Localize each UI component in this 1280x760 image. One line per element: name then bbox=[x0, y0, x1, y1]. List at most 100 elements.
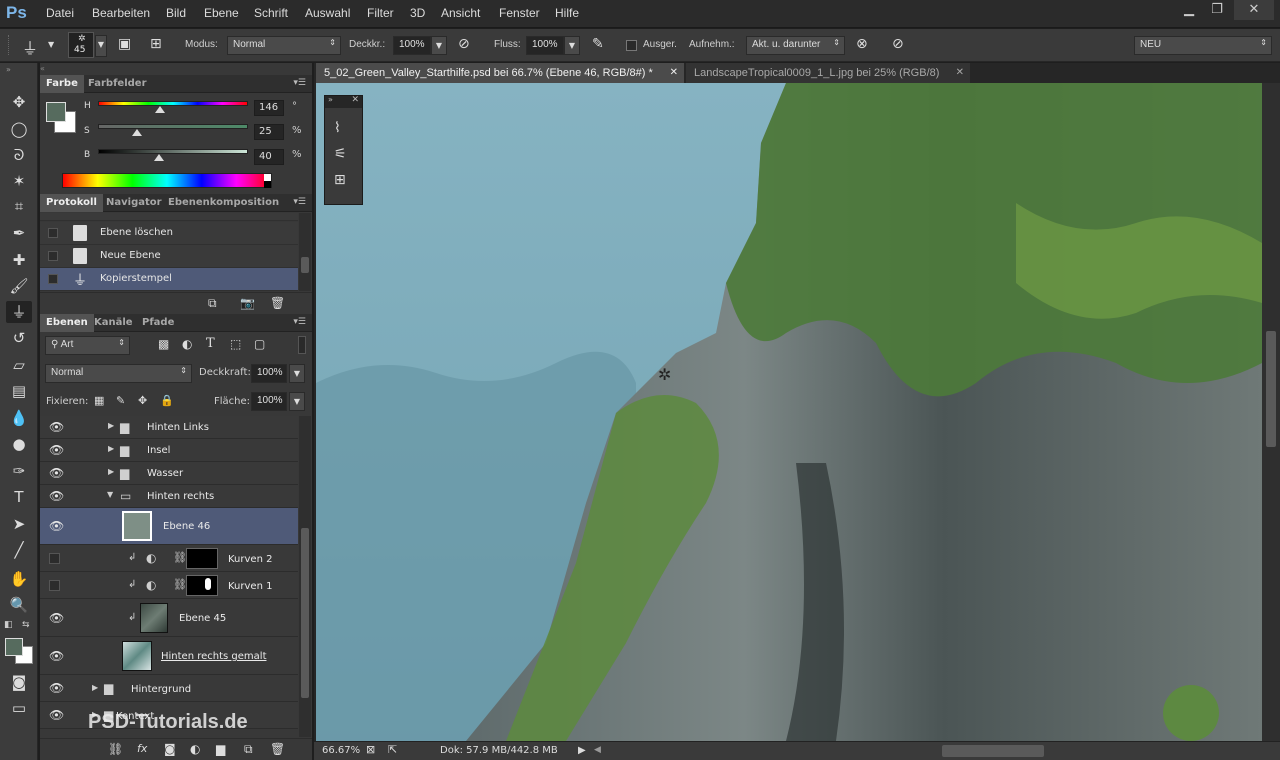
horizontal-scrollbar-thumb[interactable] bbox=[942, 745, 1044, 757]
panel-menu-icon[interactable]: ▾☰ bbox=[293, 197, 306, 207]
layer-row[interactable]: 👁 ▶ ▆ Insel bbox=[40, 439, 298, 462]
tab-farbfelder[interactable]: Farbfelder bbox=[82, 75, 153, 93]
document-tab-active[interactable]: 5_02_Green_Valley_Starthilfe.psd bei 66.… bbox=[316, 63, 684, 83]
layer-opacity-input[interactable]: 100% bbox=[251, 364, 287, 383]
document-tab[interactable]: LandscapeTropical0009_1_L.jpg bei 25% (R… bbox=[686, 63, 970, 83]
white-swatch[interactable] bbox=[264, 174, 271, 181]
menu-fenster[interactable]: Fenster bbox=[499, 6, 540, 20]
share-icon[interactable]: ⇱ bbox=[388, 743, 397, 756]
menu-3d[interactable]: 3D bbox=[410, 6, 425, 20]
menu-bild[interactable]: Bild bbox=[166, 6, 186, 20]
history-brush-tool-icon[interactable]: ↺ bbox=[6, 327, 32, 349]
minimize-button[interactable]: ▁ bbox=[1174, 0, 1204, 20]
history-source-checkbox[interactable] bbox=[48, 228, 58, 238]
crop-tool-icon[interactable]: ⌗ bbox=[6, 195, 32, 217]
camera-icon[interactable]: 📷 bbox=[240, 296, 255, 310]
expand-triangle-icon[interactable]: ▶ bbox=[108, 444, 114, 453]
brush-presets-icon[interactable]: ⌇ bbox=[334, 120, 341, 136]
history-scrollbar[interactable] bbox=[299, 213, 311, 291]
chevron-down-icon[interactable]: ▼ bbox=[48, 40, 54, 49]
status-preview-icon[interactable]: ⊠ bbox=[366, 743, 375, 756]
link-icon[interactable]: ⛓ bbox=[173, 551, 187, 564]
move-tool-icon[interactable]: ✥ bbox=[6, 91, 32, 113]
h-input[interactable]: 146 bbox=[254, 100, 284, 116]
swap-colors-icon[interactable]: ⇆ bbox=[22, 620, 30, 630]
close-icon[interactable]: ✕ bbox=[351, 95, 359, 105]
history-item[interactable]: Ebene löschen bbox=[40, 222, 298, 245]
visibility-eye-icon[interactable]: 👁 bbox=[49, 681, 64, 695]
visibility-off-box[interactable] bbox=[49, 580, 60, 591]
collapse-triangle-icon[interactable]: ▼ bbox=[107, 490, 113, 499]
close-tab-icon[interactable]: ✕ bbox=[670, 63, 678, 83]
vertical-scrollbar-thumb[interactable] bbox=[1266, 331, 1276, 447]
sample-select[interactable]: Akt. u. darunter ⇕ bbox=[746, 36, 845, 55]
tab-ebenen[interactable]: Ebenen bbox=[40, 314, 94, 332]
fill-dropdown[interactable]: ▼ bbox=[289, 392, 305, 411]
b-input[interactable]: 40 bbox=[254, 149, 284, 165]
history-item[interactable]: Neue Ebene bbox=[40, 245, 298, 268]
clone-stamp-tool-icon[interactable]: ⏚ bbox=[6, 301, 32, 323]
menu-hilfe[interactable]: Hilfe bbox=[555, 6, 579, 20]
type-filter-icon[interactable]: T bbox=[206, 336, 215, 351]
collapse-icon[interactable]: « bbox=[40, 64, 45, 73]
layer-style-icon[interactable]: fx bbox=[137, 742, 147, 755]
black-swatch[interactable] bbox=[264, 181, 271, 188]
visibility-eye-icon[interactable]: 👁 bbox=[49, 420, 64, 434]
path-selection-tool-icon[interactable]: ➤ bbox=[6, 513, 32, 535]
eyedropper-tool-icon[interactable]: ✒ bbox=[6, 222, 32, 244]
layer-mask-thumbnail[interactable] bbox=[186, 548, 218, 569]
adjustment-filter-icon[interactable]: ◐ bbox=[182, 337, 192, 351]
menu-auswahl[interactable]: Auswahl bbox=[305, 6, 350, 20]
visibility-eye-icon[interactable]: 👁 bbox=[49, 489, 64, 503]
layer-row-selected[interactable]: 👁 Ebene 46 bbox=[40, 508, 298, 545]
expand-triangle-icon[interactable]: ▶ bbox=[108, 421, 114, 430]
collapse-icon[interactable]: » bbox=[6, 65, 11, 74]
brightness-slider[interactable] bbox=[98, 149, 248, 161]
line-tool-icon[interactable]: ╱ bbox=[6, 539, 32, 561]
visibility-eye-icon[interactable]: 👁 bbox=[49, 708, 64, 722]
saturation-slider-thumb[interactable] bbox=[131, 129, 142, 136]
history-scrollbar-thumb[interactable] bbox=[301, 257, 309, 273]
zoom-tool-icon[interactable]: 🔍 bbox=[6, 594, 32, 616]
scroll-left-icon[interactable]: ◀ bbox=[594, 745, 601, 755]
ignore-adjustment-layers-icon[interactable]: ⊗ bbox=[856, 36, 868, 52]
color-ramp[interactable] bbox=[62, 173, 272, 188]
collapse-icon[interactable]: » bbox=[328, 95, 333, 104]
healing-brush-tool-icon[interactable]: ✚ bbox=[6, 249, 32, 271]
layer-row[interactable]: 👁 ▶ ▆ Wasser bbox=[40, 462, 298, 485]
tab-ebenenkomposition[interactable]: Ebenenkomposition bbox=[162, 194, 285, 212]
pixel-filter-icon[interactable]: ▩ bbox=[158, 337, 169, 351]
brush-tool-icon[interactable]: 🖌 bbox=[6, 275, 32, 297]
toggle-brush-panel-icon[interactable]: ▣ bbox=[118, 36, 131, 52]
hue-slider-thumb[interactable] bbox=[154, 106, 165, 113]
lock-image-icon[interactable]: ✎ bbox=[116, 394, 125, 407]
brush-settings-icon[interactable]: ⚟ bbox=[334, 146, 347, 162]
layer-row[interactable]: 👁 ▶ ▆ Hinten Links bbox=[40, 416, 298, 439]
new-document-from-state-icon[interactable]: ⧉ bbox=[208, 296, 217, 311]
blend-mode-select[interactable]: Normal ⇕ bbox=[45, 364, 192, 383]
visibility-eye-icon[interactable]: 👁 bbox=[49, 649, 64, 663]
opacity-input[interactable]: 100% bbox=[393, 36, 431, 55]
eraser-tool-icon[interactable]: ▱ bbox=[6, 354, 32, 376]
lasso-tool-icon[interactable]: ᘐ bbox=[6, 144, 32, 166]
dodge-tool-icon[interactable]: ● bbox=[6, 433, 32, 455]
status-menu-arrow-icon[interactable]: ▶ bbox=[578, 745, 586, 756]
menu-bearbeiten[interactable]: Bearbeiten bbox=[92, 6, 150, 20]
toggle-clone-source-icon[interactable]: ⊞ bbox=[150, 36, 162, 52]
lock-all-icon[interactable]: 🔒 bbox=[160, 394, 174, 407]
default-colors-icon[interactable]: ◧ bbox=[4, 620, 13, 630]
lock-position-icon[interactable]: ✥ bbox=[138, 394, 147, 407]
visibility-eye-icon[interactable]: 👁 bbox=[49, 519, 64, 533]
expand-triangle-icon[interactable]: ▶ bbox=[92, 683, 98, 692]
pressure-size-icon[interactable]: ⊘ bbox=[892, 36, 904, 52]
layer-row[interactable]: 👁 ↲ Ebene 45 bbox=[40, 599, 298, 637]
new-adjustment-layer-icon[interactable]: ◐ bbox=[190, 742, 200, 756]
clone-source-icon[interactable]: ⊞ bbox=[334, 172, 346, 188]
menu-filter[interactable]: Filter bbox=[367, 6, 394, 20]
close-tab-icon[interactable]: ✕ bbox=[956, 63, 964, 83]
s-input[interactable]: 25 bbox=[254, 124, 284, 140]
filter-toggle[interactable] bbox=[298, 336, 306, 354]
menu-schrift[interactable]: Schrift bbox=[254, 6, 288, 20]
flow-input[interactable]: 100% bbox=[526, 36, 564, 55]
layer-row[interactable]: 👁 ▶ ▆ Hintergrund bbox=[40, 675, 298, 702]
